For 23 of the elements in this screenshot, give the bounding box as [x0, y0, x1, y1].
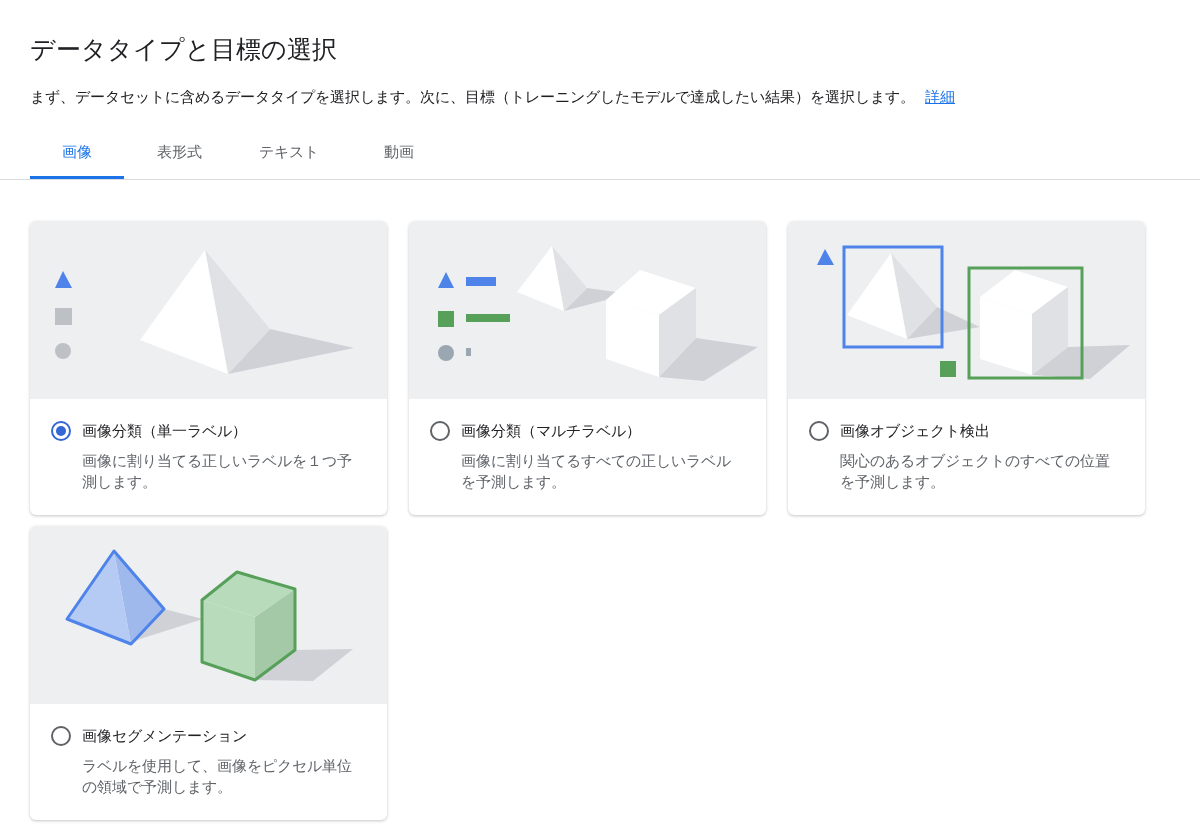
page-title: データタイプと目標の選択: [30, 34, 338, 66]
radio-button[interactable]: [51, 726, 71, 746]
objective-description: 画像に割り当てるすべての正しいラベルを予測します。: [461, 452, 732, 492]
data-type-tab[interactable]: テキスト: [234, 129, 344, 179]
objective-title: 画像セグメンテーション: [82, 726, 247, 746]
data-type-tab[interactable]: 動画: [344, 129, 454, 179]
objective-card[interactable]: 画像分類（単一ラベル） 画像に割り当てる正しいラベルを１つ予測します。: [30, 221, 387, 515]
objective-title: 画像オブジェクト検出: [840, 421, 990, 441]
details-link[interactable]: 詳細: [925, 88, 955, 107]
data-type-tab[interactable]: 画像: [30, 129, 124, 179]
radio-button[interactable]: [430, 421, 450, 441]
objective-title: 画像分類（単一ラベル）: [82, 421, 247, 441]
objective-card[interactable]: 画像セグメンテーション ラベルを使用して、画像をピクセル単位の領域で予測します。: [30, 526, 387, 820]
objective-description: 画像に割り当てる正しいラベルを１つ予測します。: [82, 452, 353, 492]
objective-description: ラベルを使用して、画像をピクセル単位の領域で予測します。: [82, 757, 353, 797]
objective-description: 関心のあるオブジェクトのすべての位置を予測します。: [840, 452, 1111, 492]
objective-title: 画像分類（マルチラベル）: [461, 421, 641, 441]
objective-card[interactable]: 画像分類（マルチラベル） 画像に割り当てるすべての正しいラベルを予測します。: [409, 221, 766, 515]
data-type-tab[interactable]: 表形式: [124, 129, 234, 179]
radio-button[interactable]: [809, 421, 829, 441]
page-description: まず、データセットに含めるデータタイプを選択します。次に、目標（トレーニングしたモデルで達成したい結果）を選択します。: [30, 88, 915, 107]
objective-card[interactable]: 画像オブジェクト検出 関心のあるオブジェクトのすべての位置を予測します。: [788, 221, 1145, 515]
radio-button[interactable]: [51, 421, 71, 441]
